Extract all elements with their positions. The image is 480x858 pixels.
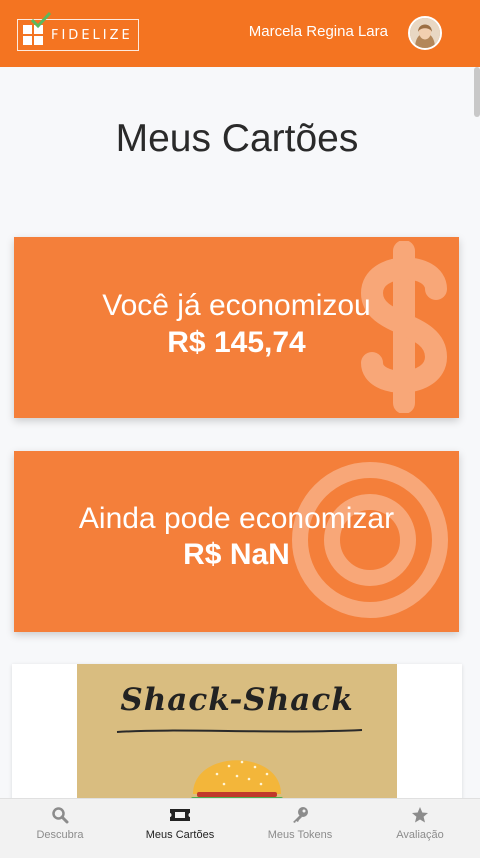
nav-label-meus-tokens: Meus Tokens — [267, 829, 333, 841]
store-name: Shack-Shack — [120, 682, 354, 718]
nav-item-meus-cartoes[interactable]: Meus Cartões — [120, 799, 240, 858]
check-icon — [30, 11, 52, 29]
search-icon — [52, 807, 69, 824]
nav-label-avaliacao: Avaliação — [396, 829, 444, 841]
user-photo-icon — [410, 18, 440, 48]
logo-text: FIDELIZE — [51, 28, 133, 43]
nav-label-meus-cartoes: Meus Cartões — [145, 829, 215, 841]
saved-label: Você já economizou — [102, 289, 371, 322]
key-icon — [293, 807, 308, 823]
user-name[interactable]: Marcela Regina Lara — [249, 23, 388, 40]
potential-label: Ainda pode economizar — [78, 502, 395, 535]
saved-amount-card: Você já economizou R$ 145,74 — [14, 237, 459, 418]
nav-label-descubra: Descubra — [36, 829, 84, 841]
potential-savings-card: Ainda pode economizar R$ NaN — [14, 451, 459, 632]
avatar[interactable] — [408, 16, 442, 50]
fidelize-logo[interactable]: FIDELIZE — [17, 11, 139, 51]
app-header: FIDELIZE Marcela Regina Lara — [0, 0, 480, 67]
scrollbar[interactable] — [474, 67, 480, 117]
potential-value: R$ NaN — [183, 538, 290, 571]
burger-image — [116, 729, 363, 801]
nav-item-avaliacao[interactable]: Avaliação — [360, 799, 480, 858]
store-image[interactable]: Shack-Shack — [77, 664, 397, 804]
nav-item-meus-tokens[interactable]: Meus Tokens — [240, 799, 360, 858]
bottom-nav: Descubra Meus Cartões Meus Tokens Avalia… — [0, 798, 480, 858]
star-icon — [412, 807, 428, 823]
saved-value: R$ 145,74 — [167, 326, 306, 359]
page-title: Meus Cartões — [115, 117, 359, 160]
nav-item-descubra[interactable]: Descubra — [0, 799, 120, 858]
ticket-icon — [170, 809, 190, 821]
store-card[interactable]: Shack-Shack — [12, 664, 462, 804]
